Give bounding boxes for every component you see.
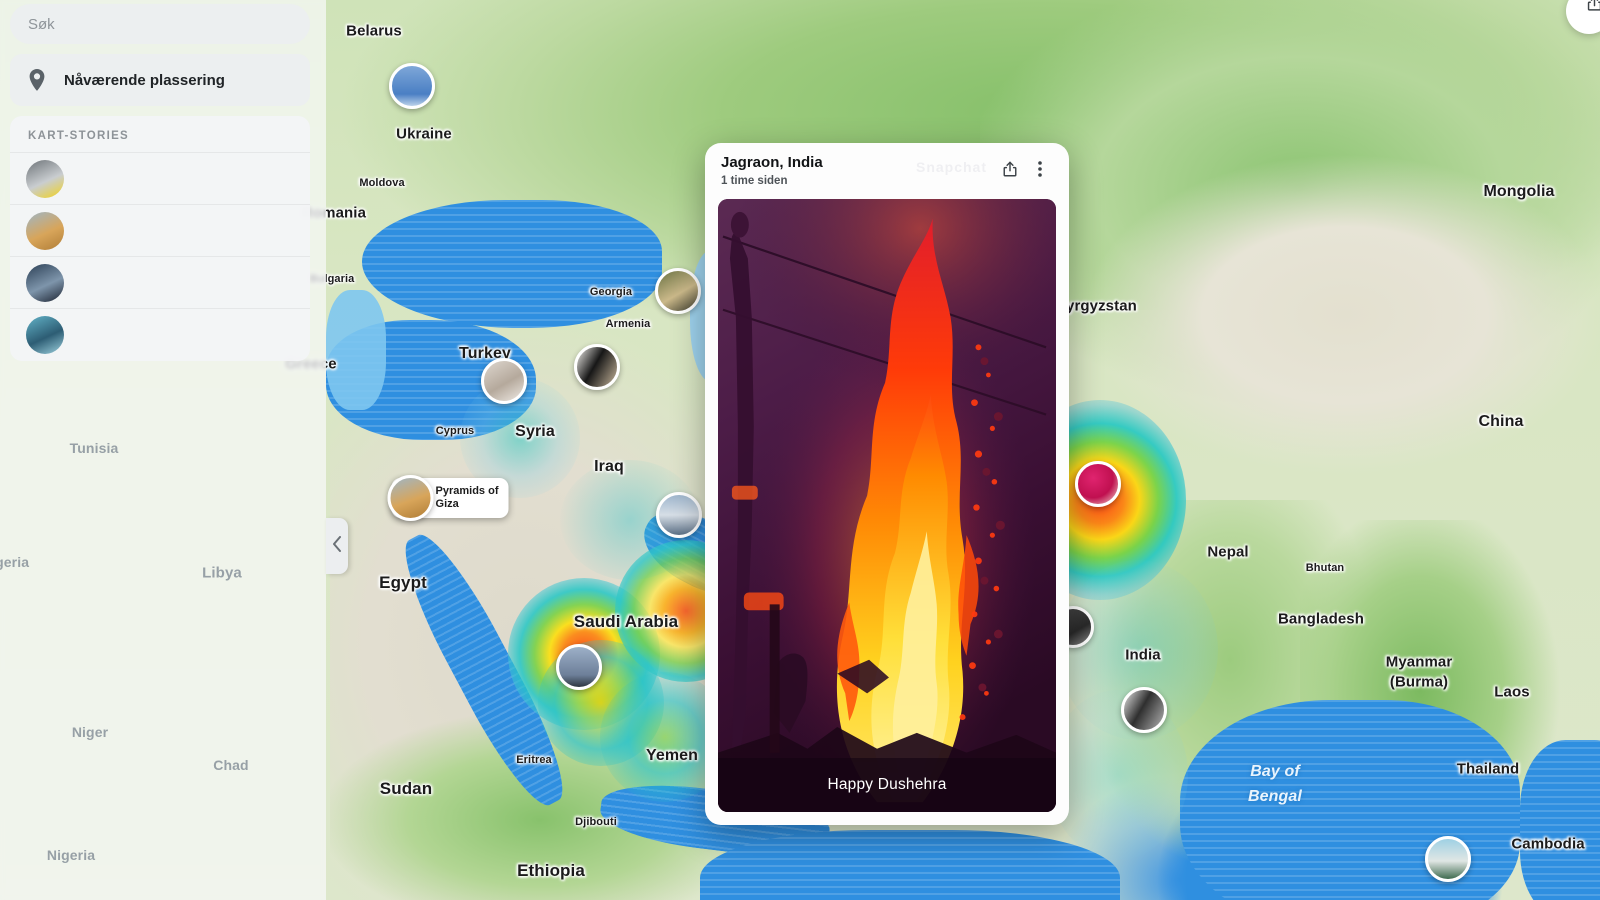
map-story-thumbnail — [26, 211, 64, 250]
water-bay-of-bengal — [1180, 700, 1520, 900]
marker-srilanka[interactable] — [1425, 836, 1471, 882]
story-card-watermark: Snapchat — [915, 159, 987, 175]
map-label: Syria — [515, 423, 555, 440]
map-label: Mongolia — [1483, 183, 1555, 200]
map-story-thumbnail — [26, 316, 64, 354]
marker-ukraine[interactable] — [389, 63, 435, 109]
map-label: Bengal — [1248, 788, 1302, 805]
marker-armenia[interactable] — [574, 344, 620, 390]
share-icon — [1586, 0, 1600, 17]
map-label: Algeria — [0, 554, 30, 570]
search-placeholder: Søk — [28, 15, 55, 33]
story-caption-text: Happy Dushehra — [827, 776, 947, 793]
share-icon — [1001, 160, 1019, 183]
map-label: Belarus — [346, 22, 402, 40]
water-arabian-sea — [700, 830, 1120, 900]
chip-pyramids-of-giza[interactable]: Pyramids of Giza — [387, 475, 509, 521]
map-label: Eritrea — [516, 754, 552, 766]
map-label: Bay of — [1250, 763, 1300, 780]
story-share-button[interactable] — [995, 156, 1025, 186]
map-label: (Burma) — [1389, 673, 1449, 691]
map-label: Tunisia — [69, 440, 119, 456]
marker-kuwait[interactable] — [656, 492, 702, 538]
story-media[interactable]: Happy Dushehra — [718, 199, 1056, 812]
map-pin-icon — [28, 69, 46, 91]
bonfire-photo — [718, 199, 1056, 812]
map-label: Saudi Arabia — [573, 612, 679, 631]
map-label: Djibouti — [575, 816, 617, 828]
map-label: Cambodia — [1511, 835, 1585, 853]
map-story-item[interactable] — [10, 205, 310, 257]
current-location-button[interactable]: Nåværende plassering — [10, 54, 310, 106]
story-caption: Happy Dushehra — [718, 758, 1056, 812]
map-stories-header: KART-STORIES — [10, 116, 310, 153]
map-label: Cyprus — [435, 425, 475, 437]
map-label: Bhutan — [1305, 562, 1345, 574]
more-vertical-icon — [1038, 160, 1042, 183]
water-aegean — [326, 290, 386, 410]
marker-thumbnail — [387, 475, 434, 521]
panel-collapse-button[interactable] — [326, 518, 348, 574]
map-label: Ethiopia — [517, 861, 585, 880]
marker-label: Pyramids of Giza — [435, 485, 499, 510]
map-label: Armenia — [605, 318, 651, 330]
map-story-thumbnail — [26, 159, 64, 198]
marker-georgia[interactable] — [655, 268, 701, 314]
map-label: Libya — [202, 564, 242, 582]
map-label: India — [1125, 646, 1161, 664]
map-label: China — [1478, 413, 1524, 430]
map-story-item[interactable] — [10, 257, 310, 309]
map-label: Egypt — [379, 573, 427, 592]
left-panel: Søk Nåværende plassering KART-STORIES — [10, 4, 310, 361]
story-card-timestamp: 1 time siden — [721, 174, 788, 187]
map-label: Yemen — [645, 747, 699, 764]
story-card-header: Jagraon, India 1 time siden Snapchat — [705, 143, 1069, 199]
map-label: Laos — [1494, 683, 1530, 701]
map-label: Iraq — [594, 458, 624, 475]
map-stories-panel: KART-STORIES — [10, 116, 310, 361]
current-location-label: Nåværende plassering — [64, 71, 225, 89]
story-more-menu-button[interactable] — [1025, 156, 1055, 186]
map-label: Nepal — [1207, 543, 1249, 561]
map-label: Ukraine — [396, 125, 452, 143]
map-label: Myanmar — [1385, 653, 1453, 671]
map-label: Thailand — [1456, 760, 1520, 778]
map-story-item[interactable] — [10, 309, 310, 361]
map-label: Niger — [71, 724, 109, 740]
story-card[interactable]: Jagraon, India 1 time siden Snapchat Hap… — [705, 143, 1069, 825]
chevron-left-icon — [332, 535, 342, 557]
snap-map-app: BelarusUkraineMoldovaRomaniaBulgariaGree… — [0, 0, 1600, 900]
map-label: Nigeria — [46, 847, 96, 863]
map-label: Chad — [213, 757, 249, 773]
water-south-china-sea — [1520, 740, 1600, 900]
map-story-thumbnail — [26, 263, 64, 302]
search-input[interactable]: Søk — [10, 4, 310, 44]
marker-turkey[interactable] — [481, 358, 527, 404]
map-label: Georgia — [589, 286, 633, 298]
map-label: Bangladesh — [1277, 610, 1365, 628]
marker-india-selected[interactable] — [1075, 461, 1121, 507]
marker-saudi[interactable] — [556, 644, 602, 690]
map-label: Moldova — [359, 177, 405, 189]
marker-india-center[interactable] — [1121, 687, 1167, 733]
map-stories-list[interactable] — [10, 153, 310, 361]
map-story-item[interactable] — [10, 153, 310, 205]
map-label: Sudan — [379, 779, 433, 798]
